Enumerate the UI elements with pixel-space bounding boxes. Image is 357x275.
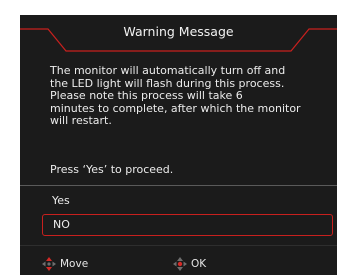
no-option[interactable]: NO bbox=[42, 214, 333, 236]
move-label: Move bbox=[60, 258, 89, 270]
proceed-prompt: Press ‘Yes’ to proceed. bbox=[50, 163, 174, 176]
move-hint: Move bbox=[42, 256, 88, 272]
title-bar: Warning Message bbox=[20, 15, 337, 57]
dpad-updown-icon bbox=[42, 257, 56, 271]
yes-option[interactable]: Yes bbox=[42, 191, 337, 211]
ok-label: OK bbox=[191, 258, 207, 270]
warning-message: The monitor will automatically turn off … bbox=[50, 64, 301, 128]
warning-dialog: Warning Message The monitor will automat… bbox=[20, 15, 337, 275]
ok-hint: OK bbox=[173, 256, 206, 272]
dialog-title: Warning Message bbox=[123, 24, 234, 39]
divider bbox=[20, 185, 337, 186]
dpad-center-icon bbox=[173, 257, 187, 271]
control-hints: Move OK bbox=[20, 245, 337, 275]
